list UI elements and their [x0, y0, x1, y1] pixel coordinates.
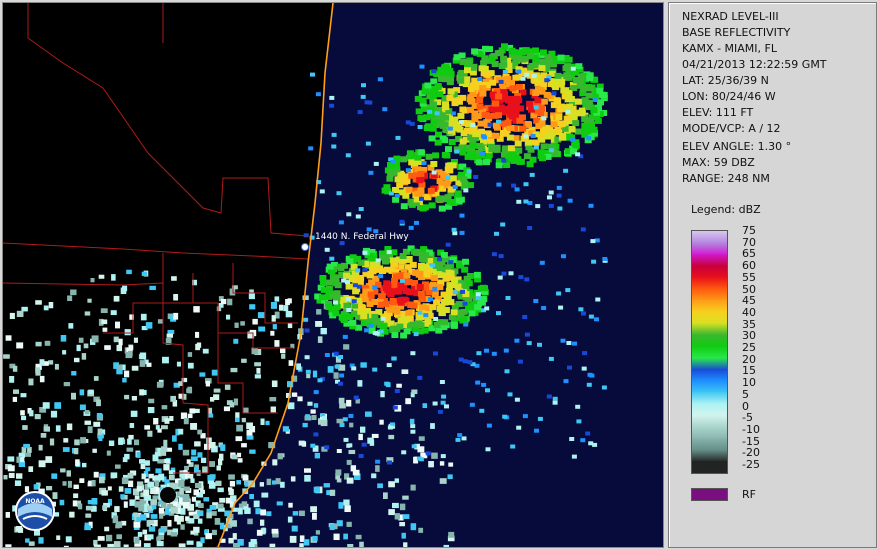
legend-swatch [692, 288, 727, 301]
legend-swatch [692, 242, 727, 255]
rf-swatch [691, 488, 728, 501]
info-line: LAT: 25/36/39 N [682, 74, 769, 87]
radar-image: 1440 N. Federal Hwy NOAA [3, 3, 608, 547]
legend-tick-label: -25 [742, 458, 760, 471]
legend-swatch [692, 369, 727, 382]
legend-swatch [692, 311, 727, 324]
radar-map[interactable]: 1440 N. Federal Hwy NOAA [2, 2, 664, 548]
location-marker-label: 1440 N. Federal Hwy [315, 232, 409, 242]
legend-swatch [692, 254, 727, 267]
legend-swatch [692, 392, 727, 405]
info-line: LON: 80/24/46 W [682, 90, 776, 103]
location-marker[interactable] [301, 243, 309, 251]
scan-line: ELEV ANGLE: 1.30 ° [682, 140, 792, 153]
legend-swatch [692, 380, 727, 393]
legend-swatch [692, 461, 727, 474]
legend-color-bar [691, 230, 728, 474]
info-line: 04/21/2013 12:22:59 GMT [682, 58, 827, 71]
info-line: KAMX - MIAMI, FL [682, 42, 777, 55]
legend-swatch [692, 277, 727, 290]
legend-swatch [692, 415, 727, 428]
info-line: NEXRAD LEVEL-III [682, 10, 779, 23]
legend-swatch [692, 300, 727, 313]
legend-swatch [692, 438, 727, 451]
product-info: NEXRAD LEVEL-III BASE REFLECTIVITY KAMX … [682, 9, 827, 137]
legend-swatch [692, 403, 727, 416]
radar-viewer: 1440 N. Federal Hwy NOAA NEXRAD LEVEL-II… [0, 0, 878, 549]
legend-swatch [692, 265, 727, 278]
legend-swatch [692, 334, 727, 347]
scan-line: MAX: 59 DBZ [682, 156, 755, 169]
noaa-logo: NOAA [15, 491, 55, 531]
svg-text:NOAA: NOAA [25, 498, 45, 505]
legend-swatch [692, 346, 727, 359]
legend-tick-label: 5 [742, 387, 749, 401]
legend-title: Legend: dBZ [691, 203, 761, 216]
info-line: ELEV: 111 FT [682, 106, 754, 119]
legend-swatch [692, 323, 727, 336]
scan-info: ELEV ANGLE: 1.30 ° MAX: 59 DBZ RANGE: 24… [682, 139, 791, 187]
scan-line: RANGE: 248 NM [682, 172, 770, 185]
legend-swatch [692, 231, 727, 244]
radar-site-dot [160, 487, 176, 503]
rf-label: RF [742, 488, 756, 501]
info-panel: NEXRAD LEVEL-III BASE REFLECTIVITY KAMX … [668, 2, 877, 548]
info-line: BASE REFLECTIVITY [682, 26, 791, 39]
legend-swatch [692, 449, 727, 462]
legend-tick-label: 55 [742, 270, 756, 284]
legend-swatch [692, 357, 727, 370]
legend-swatch [692, 426, 727, 439]
info-line: MODE/VCP: A / 12 [682, 122, 781, 135]
